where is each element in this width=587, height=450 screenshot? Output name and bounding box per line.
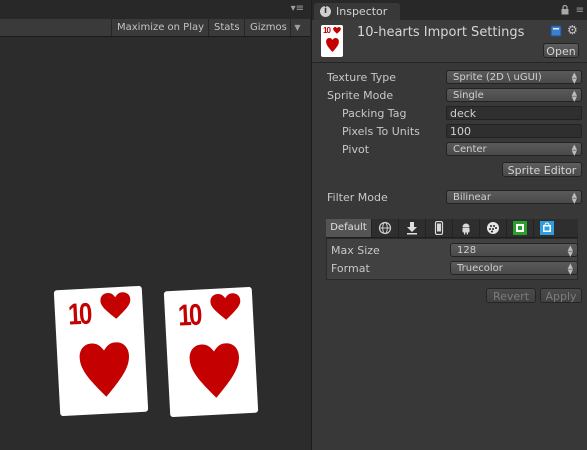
tab-standalone[interactable] — [399, 219, 426, 237]
heart-icon — [333, 27, 341, 34]
tab-xbox[interactable] — [507, 219, 534, 237]
asset-thumbnail: 10 — [321, 25, 343, 57]
dropdown-arrows-icon: ▲ ▼ — [571, 71, 577, 85]
card-sprite: 10 — [53, 285, 149, 417]
pixels-to-units-label: Pixels To Units — [342, 125, 420, 138]
pixels-to-units-field[interactable]: 100 — [446, 124, 582, 138]
phone-icon — [434, 221, 444, 235]
filter-mode-dropdown[interactable]: Bilinear ▲ ▼ — [446, 190, 582, 205]
gizmos-dropdown-icon[interactable]: ▼ — [290, 19, 304, 36]
pivot-label: Pivot — [342, 143, 370, 156]
tab-inspector-label: Inspector — [336, 5, 388, 18]
help-book-icon[interactable] — [550, 25, 562, 37]
android-icon — [462, 223, 470, 235]
game-toolbar: Maximize on Play Stats Gizmos ▼ — [0, 19, 310, 37]
dropdown-arrows-icon: ▲ ▼ — [571, 143, 577, 157]
game-tab-bar: ▾≡ — [0, 0, 310, 19]
pivot-value: Center — [453, 144, 487, 155]
dropdown-arrows-icon: ▲ ▼ — [567, 262, 573, 276]
lock-icon[interactable] — [561, 5, 569, 15]
format-dropdown[interactable]: Truecolor ▲ ▼ — [450, 261, 578, 276]
card-rank: 10 — [67, 297, 91, 332]
download-icon — [407, 222, 417, 235]
revert-button[interactable]: Revert — [486, 288, 536, 303]
open-button[interactable]: Open — [543, 43, 579, 58]
packing-tag-field[interactable]: deck — [446, 106, 582, 120]
max-size-value: 128 — [457, 245, 477, 256]
xbox-icon — [513, 221, 527, 235]
gizmos-button[interactable]: Gizmos — [244, 19, 290, 36]
tab-inspector[interactable]: i Inspector — [314, 3, 400, 20]
card-sprite: 10 — [163, 286, 259, 418]
tab-ios[interactable] — [426, 219, 453, 237]
sprite-editor-button[interactable]: Sprite Editor — [502, 162, 582, 177]
filter-mode-label: Filter Mode — [327, 191, 388, 204]
platform-tabs: Default — [326, 219, 578, 238]
texture-type-value: Sprite (2D \ uGUI) — [453, 72, 542, 83]
texture-type-label: Texture Type — [327, 71, 397, 84]
thumbnail-rank: 10 — [323, 26, 331, 35]
heart-icon — [79, 342, 129, 397]
dropdown-arrows-icon: ▲ ▼ — [571, 191, 577, 205]
blackberry-icon — [487, 222, 499, 234]
filter-mode-value: Bilinear — [453, 192, 491, 203]
sprite-mode-label: Sprite Mode — [327, 89, 394, 102]
game-view: ▾≡ Maximize on Play Stats Gizmos ▼ 10 10 — [0, 0, 310, 450]
dropdown-arrows-icon: ▲ ▼ — [571, 89, 577, 103]
texture-type-dropdown[interactable]: Sprite (2D \ uGUI) ▲ ▼ — [446, 70, 582, 85]
heart-icon — [210, 293, 241, 320]
dropdown-arrows-icon: ▲ ▼ — [567, 244, 573, 258]
windows-store-icon — [540, 221, 554, 235]
sprite-mode-dropdown[interactable]: Single ▲ ▼ — [446, 88, 582, 103]
inspector-tab-bar: i Inspector ≡ — [312, 0, 587, 20]
heart-icon — [189, 343, 239, 398]
max-size-dropdown[interactable]: 128 ▲ ▼ — [450, 243, 578, 258]
inspector-panel: i Inspector ≡ 10 10-hearts Import Settin… — [311, 0, 587, 450]
heart-icon — [326, 38, 339, 52]
card-rank: 10 — [177, 298, 201, 333]
heart-icon — [100, 292, 131, 319]
tab-default[interactable]: Default — [326, 219, 372, 237]
tab-windows-store[interactable] — [534, 219, 561, 237]
panel-menu-icon[interactable]: ≡ — [576, 6, 584, 16]
panel-menu-icon[interactable]: ▾≡ — [291, 4, 304, 14]
sprite-mode-value: Single — [453, 90, 484, 101]
max-size-label: Max Size — [331, 244, 380, 257]
format-label: Format — [331, 262, 370, 275]
apply-button[interactable]: Apply — [540, 288, 582, 303]
info-icon: i — [320, 6, 331, 17]
tab-web[interactable] — [372, 219, 399, 237]
asset-title: 10-hearts Import Settings — [357, 25, 525, 40]
pivot-dropdown[interactable]: Center ▲ ▼ — [446, 142, 582, 157]
globe-icon — [378, 221, 392, 235]
tab-blackberry[interactable] — [480, 219, 507, 237]
gear-icon[interactable]: ⚙ — [567, 24, 578, 36]
asset-header: 10 10-hearts Import Settings ⚙ Open — [312, 20, 587, 63]
packing-tag-label: Packing Tag — [342, 107, 407, 120]
stats-button[interactable]: Stats — [208, 19, 244, 36]
tab-android[interactable] — [453, 219, 480, 237]
format-value: Truecolor — [457, 263, 503, 274]
maximize-on-play-button[interactable]: Maximize on Play — [111, 19, 208, 36]
